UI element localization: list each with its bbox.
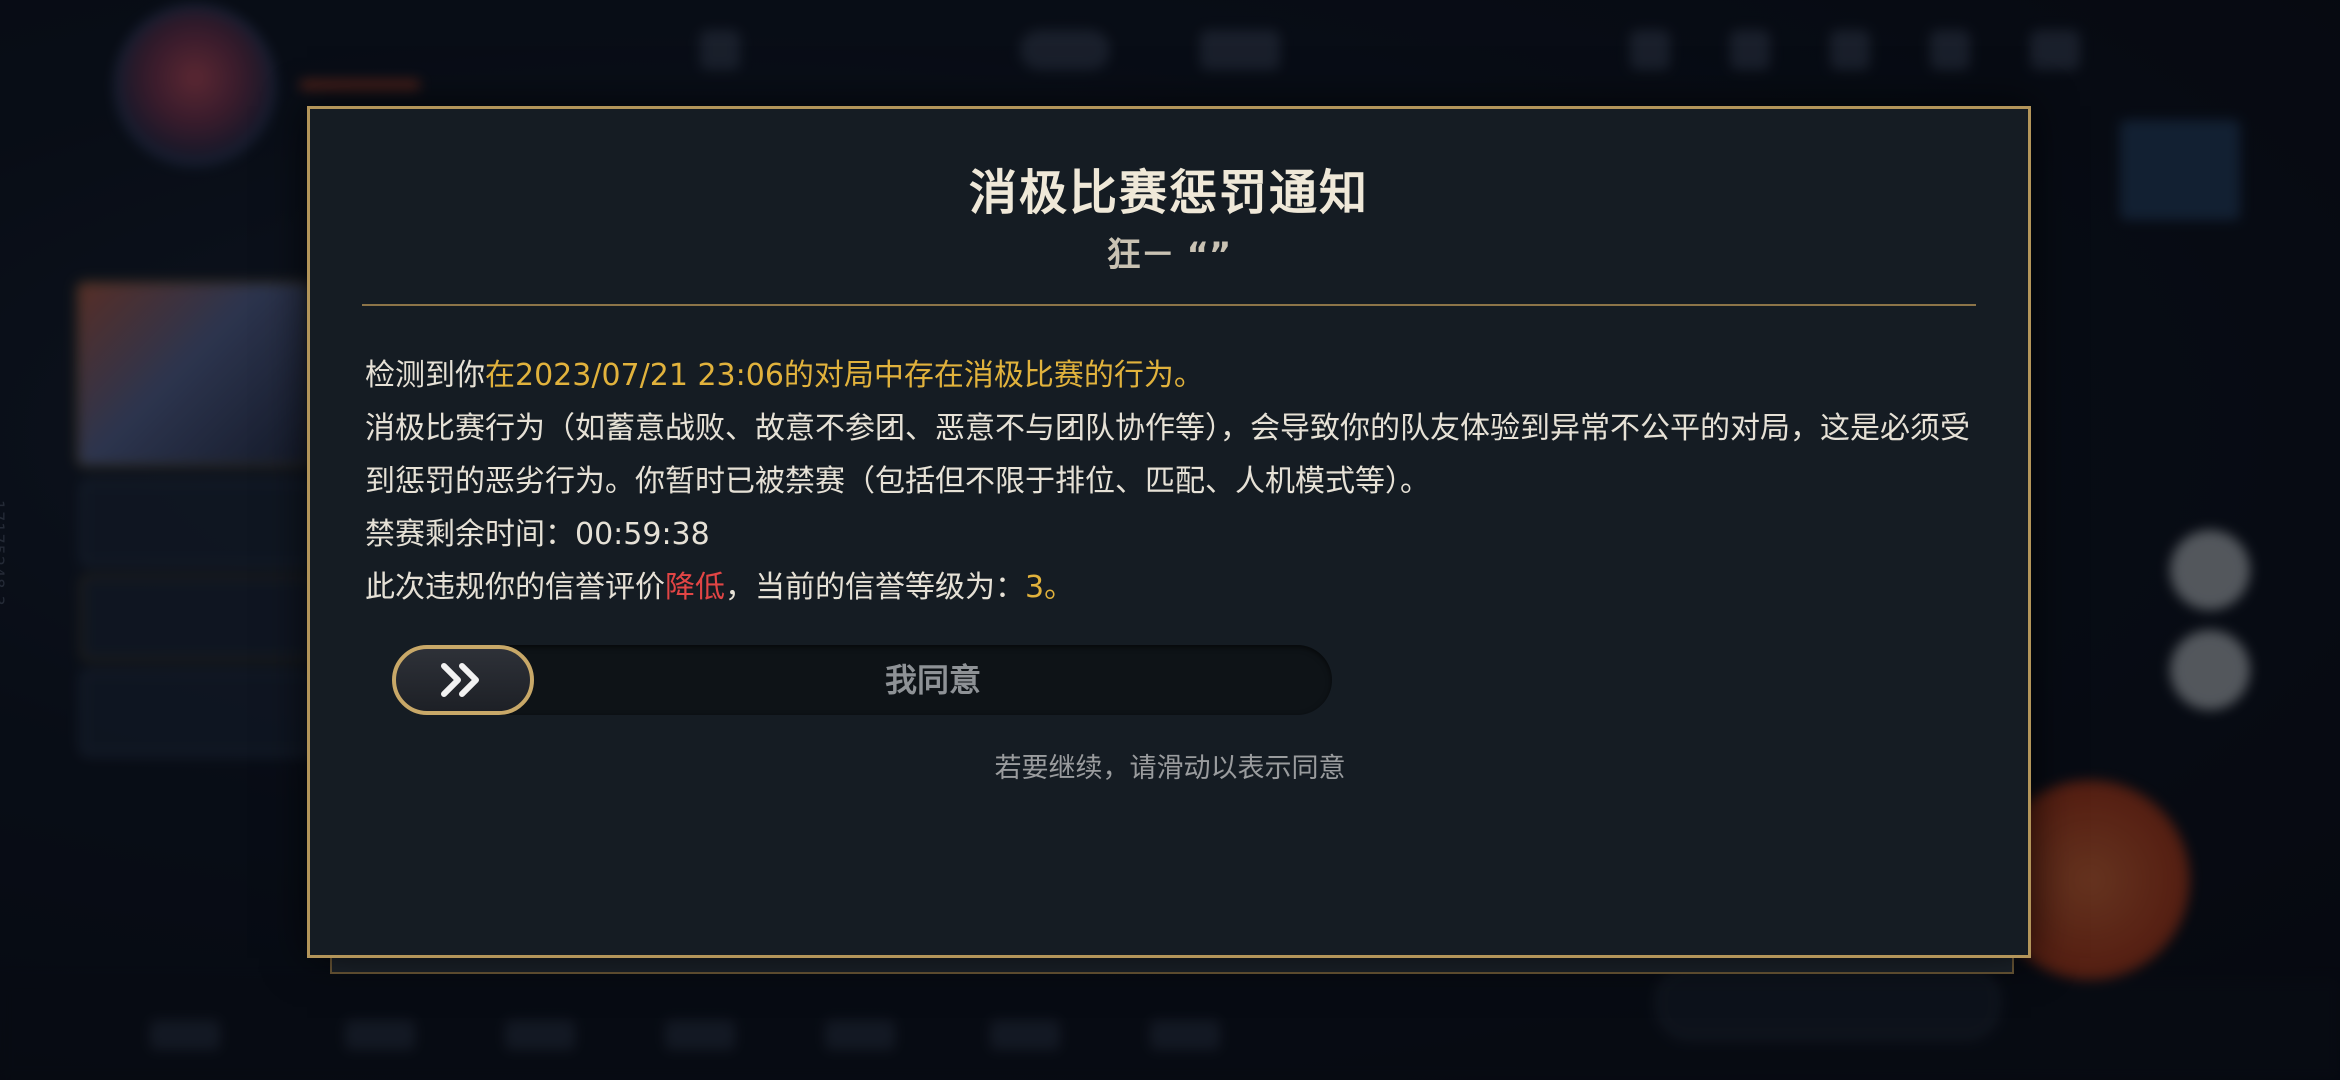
match-time-text: 在2023/07/21 23:06的对局中存在消极比赛的行为。: [485, 358, 1204, 393]
credit-level: 3。: [1025, 570, 1075, 605]
penalty-dialog: 消极比赛惩罚通知 狂－ “” 检测到你在2023/07/21 23:06的对局中…: [307, 106, 2031, 958]
credit-line: 此次违规你的信誉评价降低，当前的信誉等级为：3。: [365, 570, 1075, 605]
agree-slider-handle[interactable]: [392, 645, 534, 715]
game-lobby-screen: 17175248 3 消极比赛惩罚通知 狂－ “” 检测到你在2023/07/2…: [0, 0, 2340, 1080]
slider-hint: 若要继续，请滑动以表示同意: [994, 753, 1346, 784]
dialog-edge: [330, 958, 2014, 974]
behavior-description: 消极比赛行为（如蓄意战败、故意不参团、恶意不与团队协作等），会导致你的队友体验到…: [365, 411, 1970, 499]
dialog-title: 消极比赛惩罚通知: [968, 165, 1369, 221]
player-name: 狂－ “”: [1106, 235, 1232, 275]
agree-slider-label: 我同意: [884, 661, 981, 699]
double-chevron-right-icon: [441, 663, 479, 697]
credit-change: 降低: [665, 570, 725, 605]
detection-line: 检测到你在2023/07/21 23:06的对局中存在消极比赛的行为。: [365, 358, 1204, 393]
ban-remaining-time: 禁赛剩余时间：00:59:38: [365, 517, 710, 552]
penalty-message: 检测到你在2023/07/21 23:06的对局中存在消极比赛的行为。 消极比赛…: [365, 349, 1978, 614]
divider: [362, 304, 1976, 306]
